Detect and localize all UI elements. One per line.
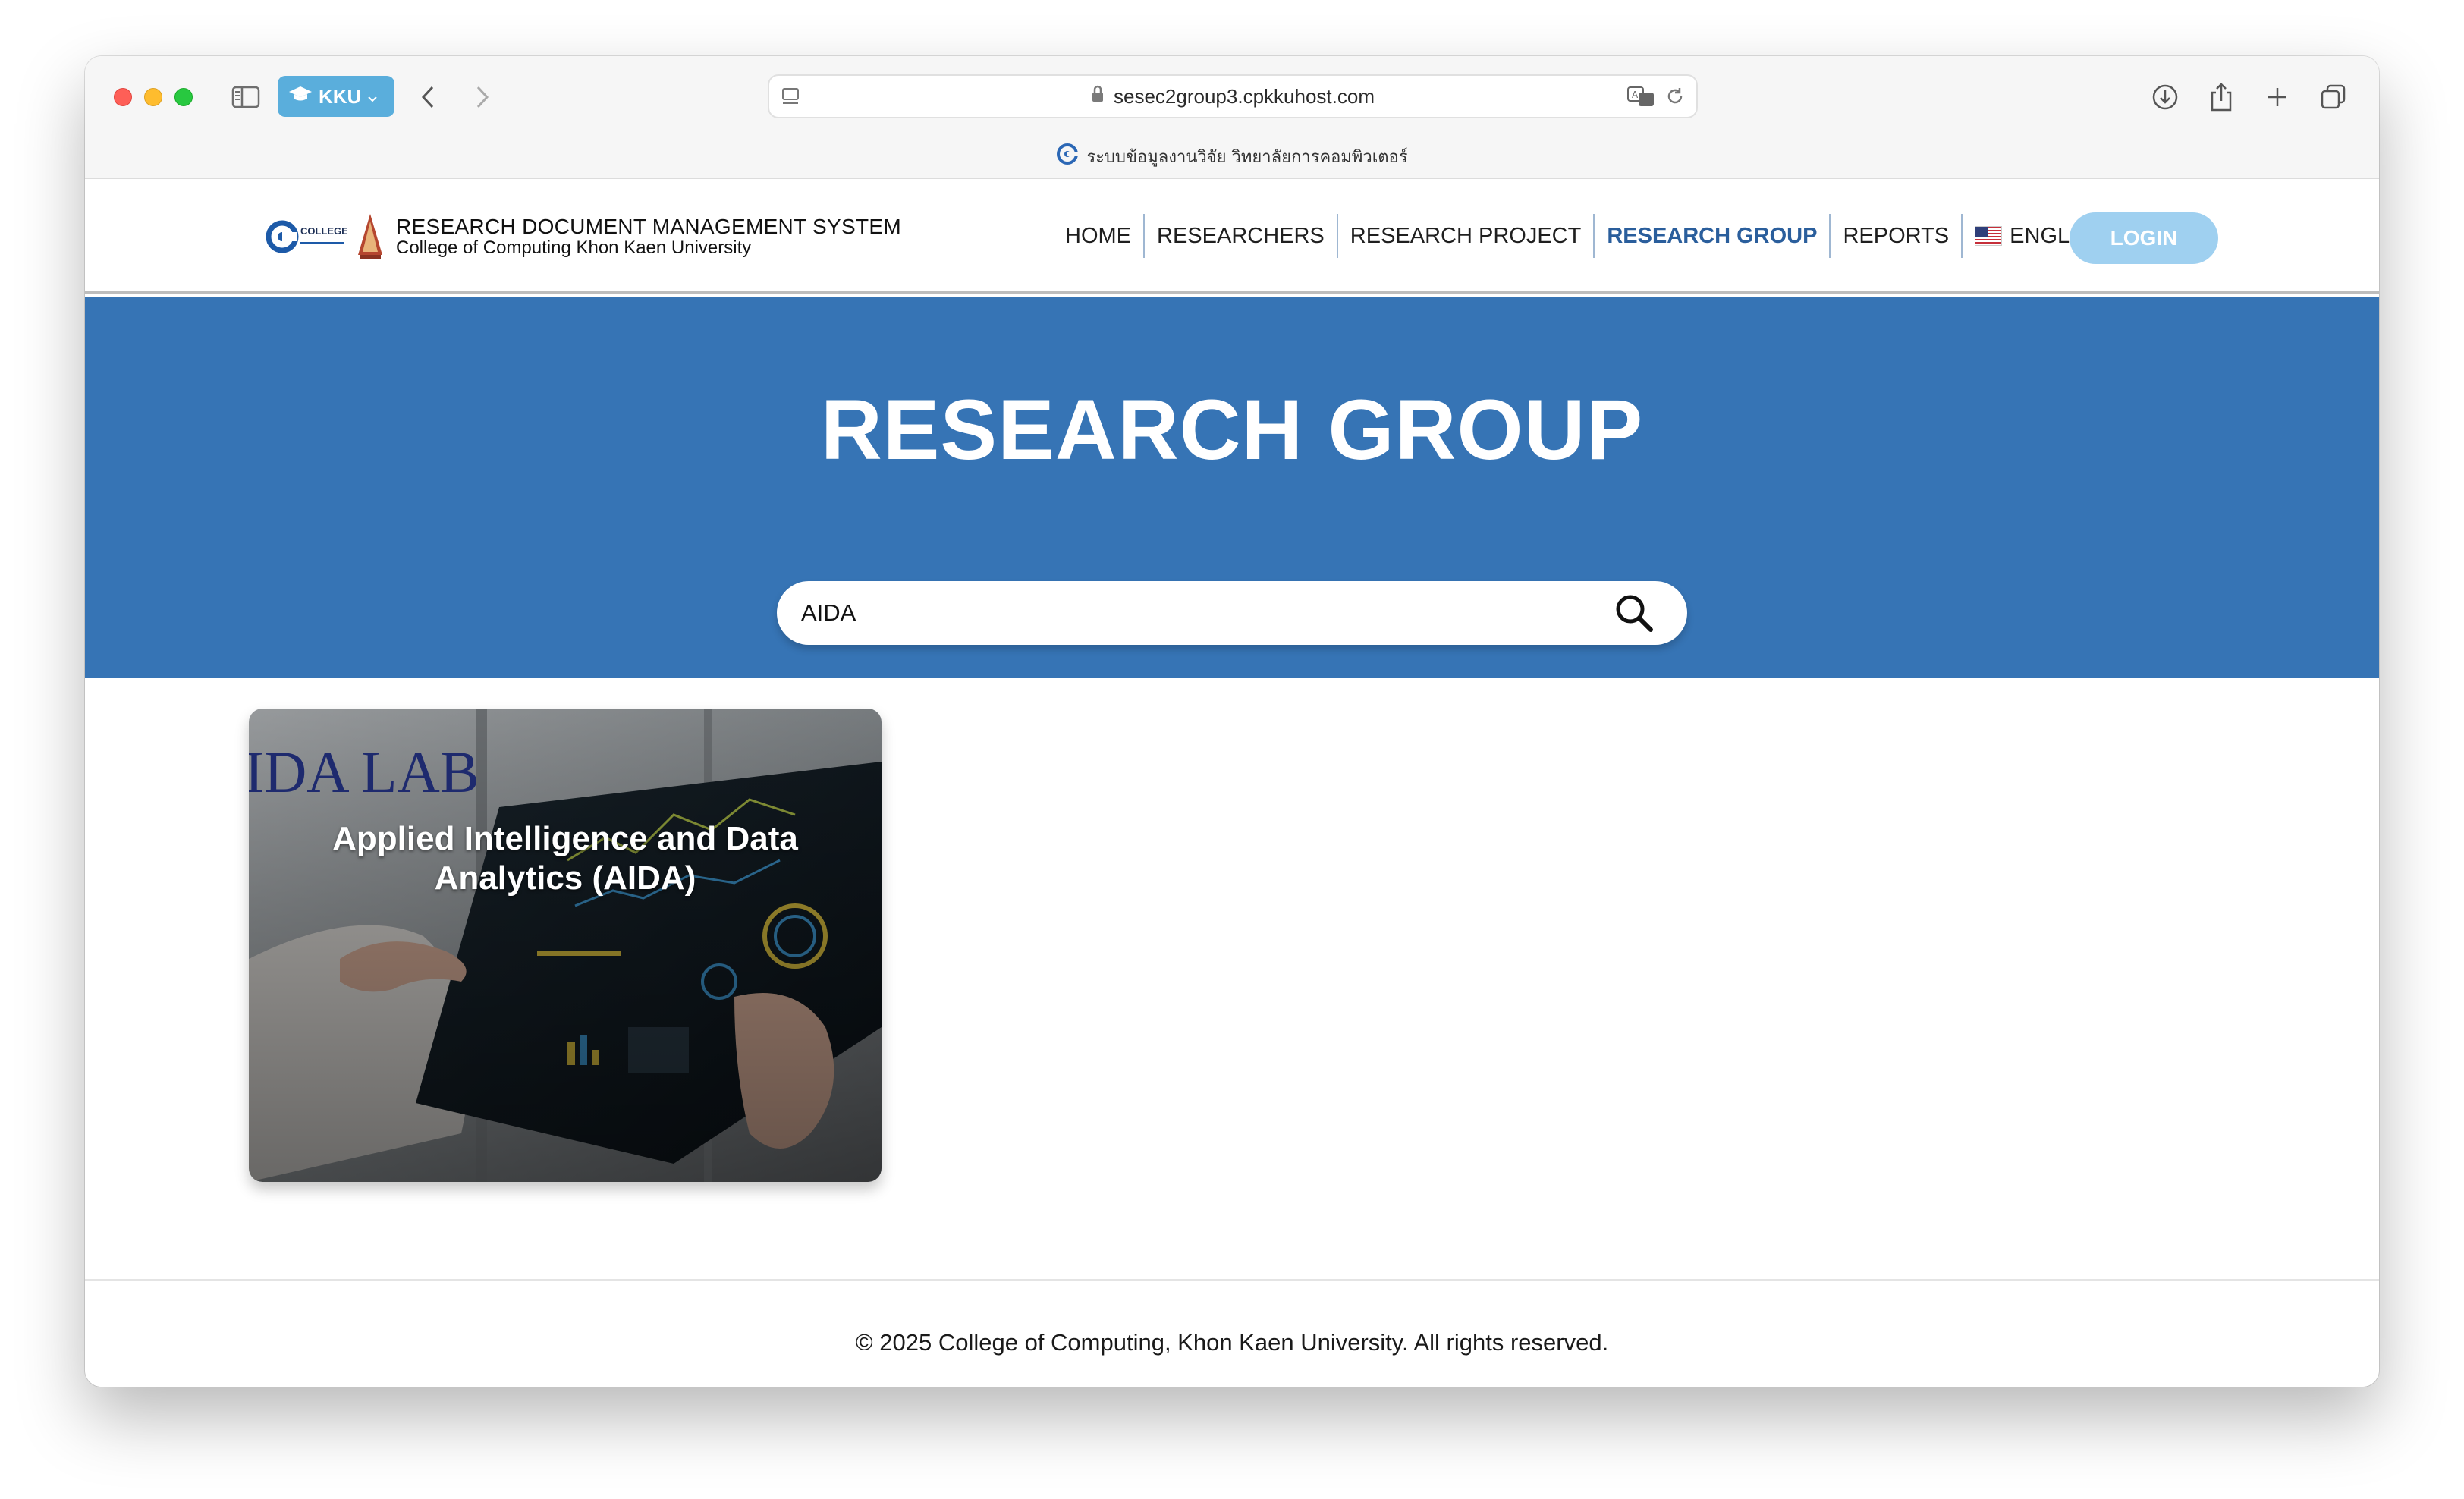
close-window-button[interactable]	[114, 88, 132, 106]
site-favicon-icon	[1056, 143, 1079, 170]
site-logo[interactable]: COLLEGE OF COMPUTING RESEARCH DOCUMENT M…	[264, 212, 901, 261]
search-box	[777, 581, 1687, 645]
lock-icon	[1091, 85, 1105, 108]
site-header: COLLEGE OF COMPUTING RESEARCH DOCUMENT M…	[85, 181, 2379, 294]
main-nav: HOME RESEARCHERS RESEARCH PROJECT RESEAR…	[1053, 211, 2151, 261]
search-icon[interactable]	[1613, 592, 1655, 634]
browser-toolbar: KKU sesec2group3.cpkkuhost.com A ระบบข้อ…	[85, 56, 2379, 179]
plus-icon[interactable]	[2262, 82, 2293, 112]
logo-text: COLLEGE OF COMPUTING	[300, 225, 347, 237]
login-button[interactable]: LOGIN	[2070, 212, 2218, 264]
tab-group-label: KKU	[319, 84, 362, 108]
nav-reports[interactable]: REPORTS	[1831, 214, 1963, 258]
minimize-window-button[interactable]	[144, 88, 162, 106]
chevron-right-icon[interactable]	[469, 83, 496, 111]
zoom-window-button[interactable]	[174, 88, 193, 106]
address-bar[interactable]: sesec2group3.cpkkuhost.com A	[768, 74, 1698, 118]
browser-window: KKU sesec2group3.cpkkuhost.com A ระบบข้อ…	[85, 56, 2379, 1387]
download-icon[interactable]	[2150, 82, 2180, 112]
nav-researchers[interactable]: RESEARCHERS	[1145, 214, 1338, 258]
page-tab-title[interactable]: ระบบข้อมูลงานวิจัย วิทยาลัยการคอมพิวเตอร…	[85, 141, 2379, 171]
card-image: IDA LAB	[249, 709, 882, 1182]
us-flag-icon	[1975, 226, 2003, 246]
svg-text:A: A	[1632, 90, 1639, 100]
sidebar-icon[interactable]	[231, 83, 261, 111]
hero-banner: RESEARCH GROUP	[85, 297, 2379, 678]
page-title: RESEARCH GROUP	[820, 382, 1644, 477]
kku-emblem	[355, 212, 385, 261]
graduation-cap-icon	[288, 85, 313, 108]
url-text: sesec2group3.cpkkuhost.com	[1114, 84, 1375, 108]
copyright-text: © 2025 College of Computing, Khon Kaen U…	[855, 1329, 1609, 1356]
tab-group-kku[interactable]: KKU	[278, 76, 394, 117]
nav-research-group[interactable]: RESEARCH GROUP	[1595, 214, 1831, 258]
page-subtitle: ระบบข้อมูลงานวิจัย วิทยาลัยการคอมพิวเตอร…	[1086, 147, 1408, 167]
brand-subtitle: College of Computing Khon Kaen Universit…	[396, 237, 752, 258]
college-of-computing-logo: COLLEGE OF COMPUTING	[264, 214, 428, 259]
search-input[interactable]	[801, 581, 1560, 645]
translate-icon[interactable]: A	[1626, 85, 1657, 112]
nav-research-project[interactable]: RESEARCH PROJECT	[1338, 214, 1595, 258]
chevron-left-icon[interactable]	[414, 83, 442, 111]
card-image-text: IDA LAB	[249, 739, 479, 805]
brand-title: RESEARCH DOCUMENT MANAGEMENT SYSTEM	[396, 215, 901, 238]
reload-icon[interactable]	[1664, 86, 1686, 111]
site-footer: © 2025 College of Computing, Khon Kaen U…	[85, 1279, 2379, 1387]
nav-home[interactable]: HOME	[1053, 214, 1145, 258]
research-group-card[interactable]: IDA LAB Applied Intelligence and Data An…	[249, 709, 882, 1182]
chevron-down-icon	[367, 85, 378, 108]
tabs-overview-icon[interactable]	[2318, 82, 2349, 112]
card-title: Applied Intelligence and Data Analytics …	[332, 820, 798, 897]
share-icon[interactable]	[2206, 82, 2236, 112]
